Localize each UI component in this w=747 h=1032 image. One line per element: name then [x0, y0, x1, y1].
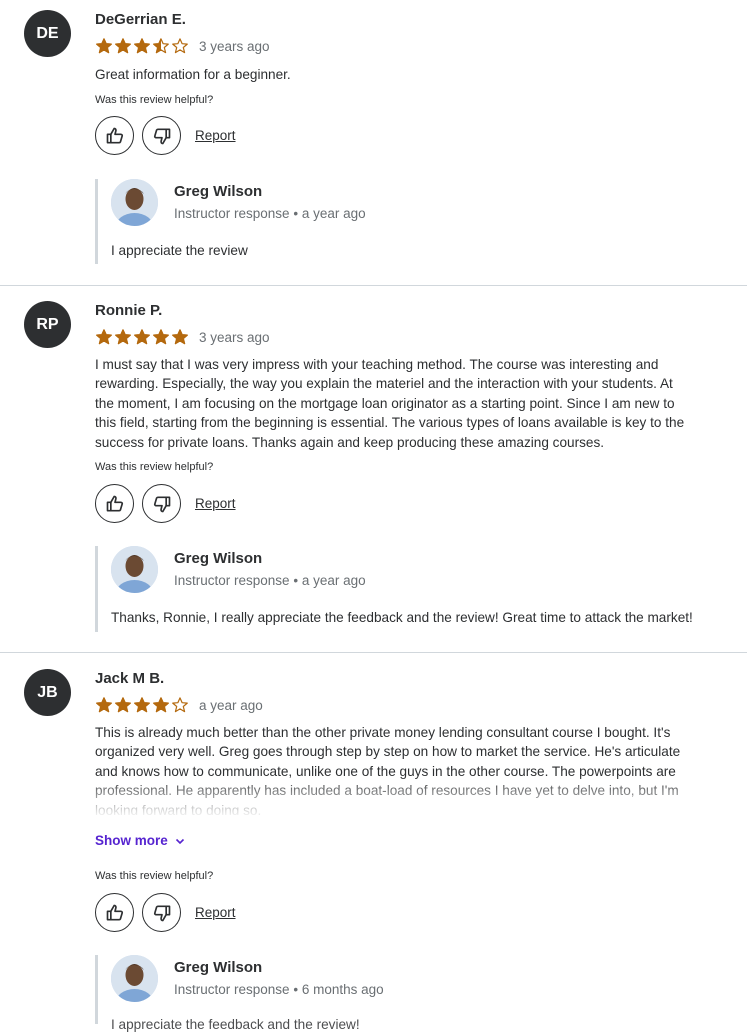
star-full-icon	[115, 329, 131, 345]
instructor-avatar	[111, 546, 158, 593]
review-date: a year ago	[199, 697, 263, 713]
response-role: Instructor response	[174, 573, 290, 588]
review-text: I must say that I was very impress with …	[95, 357, 685, 450]
report-link[interactable]: Report	[195, 128, 236, 143]
response-meta: Instructor response • a year ago	[174, 573, 366, 588]
instructor-response: Greg Wilson Instructor response • a year…	[95, 546, 715, 632]
text-fade	[95, 775, 695, 815]
thumbs-down-icon	[153, 905, 170, 921]
star-empty-icon	[172, 697, 188, 713]
helpful-label: Was this review helpful?	[95, 94, 214, 106]
thumbs-down-button[interactable]	[142, 484, 181, 523]
star-full-icon	[96, 697, 112, 713]
meta-separator: •	[293, 206, 299, 221]
report-link[interactable]: Report	[195, 496, 236, 511]
review-text: Great information for a beginner.	[95, 67, 291, 82]
thumbs-up-icon	[106, 495, 123, 511]
star-empty-icon	[172, 38, 188, 54]
vote-row: Report	[95, 484, 236, 523]
star-full-icon	[115, 38, 131, 54]
response-role: Instructor response	[174, 206, 290, 221]
review-date: 3 years ago	[199, 38, 270, 54]
avatar: RP	[24, 301, 71, 348]
rating-row: 3 years ago	[95, 37, 270, 55]
avatar: JB	[24, 669, 71, 716]
response-date: a year ago	[301, 206, 366, 221]
thumbs-down-icon	[153, 128, 170, 144]
instructor-response: Greg Wilson Instructor response • 6 mont…	[95, 955, 715, 1032]
vote-row: Report	[95, 116, 236, 155]
star-full-icon	[115, 697, 131, 713]
response-meta: Instructor response • a year ago	[174, 206, 366, 221]
star-full-icon	[172, 329, 188, 345]
meta-separator: •	[293, 573, 299, 588]
instructor-response: Greg Wilson Instructor response • a year…	[95, 179, 715, 264]
helpful-label: Was this review helpful?	[95, 870, 214, 882]
report-link[interactable]: Report	[195, 905, 236, 920]
thumbs-up-button[interactable]	[95, 893, 134, 932]
response-text: I appreciate the feedback and the review…	[111, 1017, 360, 1032]
response-role: Instructor response	[174, 982, 290, 997]
thumbs-up-icon	[106, 127, 123, 143]
reviewer-name: Jack M B.	[95, 670, 165, 687]
thumbs-down-icon	[153, 496, 170, 512]
divider	[0, 652, 747, 653]
reviewer-name: Ronnie P.	[95, 302, 163, 319]
show-more-button[interactable]: Show more	[95, 833, 186, 848]
helpful-label: Was this review helpful?	[95, 461, 214, 473]
reviewer-name: DeGerrian E.	[95, 11, 186, 28]
rating-row: a year ago	[95, 696, 263, 714]
response-date: a year ago	[301, 573, 366, 588]
instructor-avatar	[111, 179, 158, 226]
instructor-name: Greg Wilson	[174, 183, 263, 200]
avatar: DE	[24, 10, 71, 57]
star-rating	[95, 37, 189, 55]
star-full-icon	[153, 697, 169, 713]
star-full-icon	[96, 329, 112, 345]
star-full-icon	[134, 38, 150, 54]
thumbs-up-button[interactable]	[95, 484, 134, 523]
star-full-icon	[153, 329, 169, 345]
meta-separator: •	[293, 982, 299, 997]
star-rating	[95, 696, 189, 714]
thumbs-up-button[interactable]	[95, 116, 134, 155]
show-more-label: Show more	[95, 833, 168, 848]
instructor-name: Greg Wilson	[174, 550, 263, 567]
star-full-icon	[134, 697, 150, 713]
thumbs-down-button[interactable]	[142, 893, 181, 932]
chevron-down-icon	[175, 838, 184, 844]
thumbs-down-button[interactable]	[142, 116, 181, 155]
instructor-avatar	[111, 955, 158, 1002]
response-meta: Instructor response • 6 months ago	[174, 982, 384, 997]
review-text: This is already much better than the oth…	[95, 723, 695, 815]
vote-row: Report	[95, 893, 236, 932]
response-date: 6 months ago	[301, 982, 384, 997]
response-text: I appreciate the review	[111, 243, 248, 258]
star-full-icon	[134, 329, 150, 345]
star-rating	[95, 328, 189, 346]
star-half-icon	[153, 38, 169, 54]
thumbs-up-icon	[106, 904, 123, 920]
star-full-icon	[96, 38, 112, 54]
instructor-name: Greg Wilson	[174, 959, 263, 976]
response-text: Thanks, Ronnie, I really appreciate the …	[111, 610, 693, 625]
review-date: 3 years ago	[199, 329, 270, 345]
divider	[0, 285, 747, 286]
rating-row: 3 years ago	[95, 328, 270, 346]
